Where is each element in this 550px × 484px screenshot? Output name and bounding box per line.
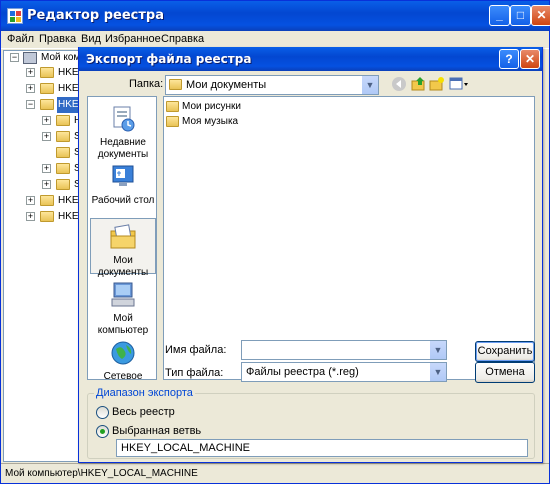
file-list[interactable]: Мои рисунки Моя музыка: [163, 96, 535, 380]
chevron-down-icon[interactable]: ▼: [429, 341, 446, 359]
filetype-label: Тип файла:: [165, 367, 224, 379]
view-menu-icon[interactable]: [449, 76, 469, 92]
menu-help[interactable]: Справка: [161, 33, 204, 45]
filename-label: Имя файла:: [165, 344, 227, 356]
expand-icon[interactable]: +: [26, 196, 35, 205]
dialog-titlebar[interactable]: Экспорт файла реестра ? ✕: [79, 47, 542, 71]
menu-edit[interactable]: Правка: [39, 33, 76, 45]
chevron-down-icon[interactable]: ▼: [361, 76, 378, 94]
filetype-value: Файлы реестра (*.reg): [246, 366, 359, 378]
expand-icon[interactable]: +: [42, 164, 51, 173]
registry-editor-icon: [7, 8, 23, 24]
folder-dropdown[interactable]: Мои документы ▼: [165, 75, 379, 95]
dialog-title: Экспорт файла реестра: [86, 52, 252, 66]
expand-icon[interactable]: +: [26, 212, 35, 221]
save-button[interactable]: Сохранить: [475, 341, 535, 362]
menu-view[interactable]: Вид: [81, 33, 101, 45]
cancel-button[interactable]: Отмена: [475, 362, 535, 383]
places-bar: Недавние документы Рабочий стол Мои доку…: [87, 96, 157, 383]
place-network[interactable]: Сетевое: [90, 339, 156, 383]
folder-icon: [40, 211, 54, 222]
folder-icon: [166, 101, 179, 112]
up-folder-icon[interactable]: [411, 76, 427, 92]
my-computer-icon: [108, 281, 138, 309]
folder-icon: [169, 79, 182, 90]
export-range-group: Диапазон экспорта Весь реестр Выбранная …: [87, 387, 535, 459]
filetype-dropdown[interactable]: Файлы реестра (*.reg) ▼: [241, 362, 447, 382]
registry-tree[interactable]: − Мой компьютер + HKEY_ + HKEY_ − HKEY_ …: [3, 50, 83, 462]
folder-icon: [40, 83, 54, 94]
place-my-computer[interactable]: Мой компьютер: [90, 281, 156, 337]
folder-icon: [166, 116, 179, 127]
menu-file[interactable]: Файл: [7, 33, 34, 45]
selected-branch-label[interactable]: Выбранная ветвь: [112, 425, 201, 437]
folder-icon: [56, 131, 70, 142]
expand-icon[interactable]: +: [26, 68, 35, 77]
folder-label: Папка:: [129, 78, 164, 90]
desktop-icon: [108, 163, 138, 191]
folder-icon: [40, 195, 54, 206]
place-my-documents[interactable]: Мои документы: [90, 218, 156, 278]
radio-selected-branch[interactable]: [96, 425, 109, 438]
expand-icon[interactable]: +: [26, 84, 35, 93]
folder-icon: [40, 67, 54, 78]
collapse-icon[interactable]: −: [26, 100, 35, 109]
minimize-button[interactable]: _: [489, 5, 510, 26]
computer-icon: [23, 52, 37, 64]
menu-favorites[interactable]: Избранное: [105, 33, 161, 45]
export-dialog: Экспорт файла реестра ? ✕ Папка: Мои док…: [78, 47, 543, 463]
collapse-icon[interactable]: −: [10, 53, 19, 62]
folder-value: Мои документы: [186, 79, 267, 91]
expand-icon[interactable]: +: [42, 132, 51, 141]
place-recent[interactable]: Недавние документы: [90, 105, 156, 161]
folder-icon: [56, 163, 70, 174]
branch-path-input[interactable]: HKEY_LOCAL_MACHINE: [116, 439, 528, 457]
folder-icon: [56, 115, 70, 126]
export-range-title: Диапазон экспорта: [94, 387, 195, 399]
main-window-title: Редактор реестра: [27, 8, 164, 23]
close-button[interactable]: ✕: [531, 5, 550, 26]
new-folder-icon[interactable]: [429, 76, 445, 92]
folder-icon: [56, 147, 70, 158]
maximize-button[interactable]: □: [510, 5, 531, 26]
folder-icon: [56, 179, 70, 190]
radio-all-registry[interactable]: [96, 406, 109, 419]
my-documents-icon: [108, 223, 138, 251]
expand-icon[interactable]: +: [42, 180, 51, 189]
all-registry-label[interactable]: Весь реестр: [112, 406, 175, 418]
network-icon: [108, 339, 138, 367]
open-folder-icon: [40, 99, 54, 110]
recent-documents-icon: [108, 105, 138, 133]
help-button[interactable]: ?: [499, 49, 519, 69]
dialog-close-button[interactable]: ✕: [520, 49, 540, 69]
expand-icon[interactable]: +: [42, 116, 51, 125]
back-icon[interactable]: [391, 76, 407, 92]
status-bar: Мой компьютер\HKEY_LOCAL_MACHINE: [1, 463, 549, 483]
place-desktop[interactable]: Рабочий стол: [90, 163, 156, 207]
main-titlebar[interactable]: Редактор реестра _ □ ✕: [1, 1, 550, 31]
chevron-down-icon[interactable]: ▼: [429, 363, 446, 381]
filename-input[interactable]: ▼: [241, 340, 447, 360]
